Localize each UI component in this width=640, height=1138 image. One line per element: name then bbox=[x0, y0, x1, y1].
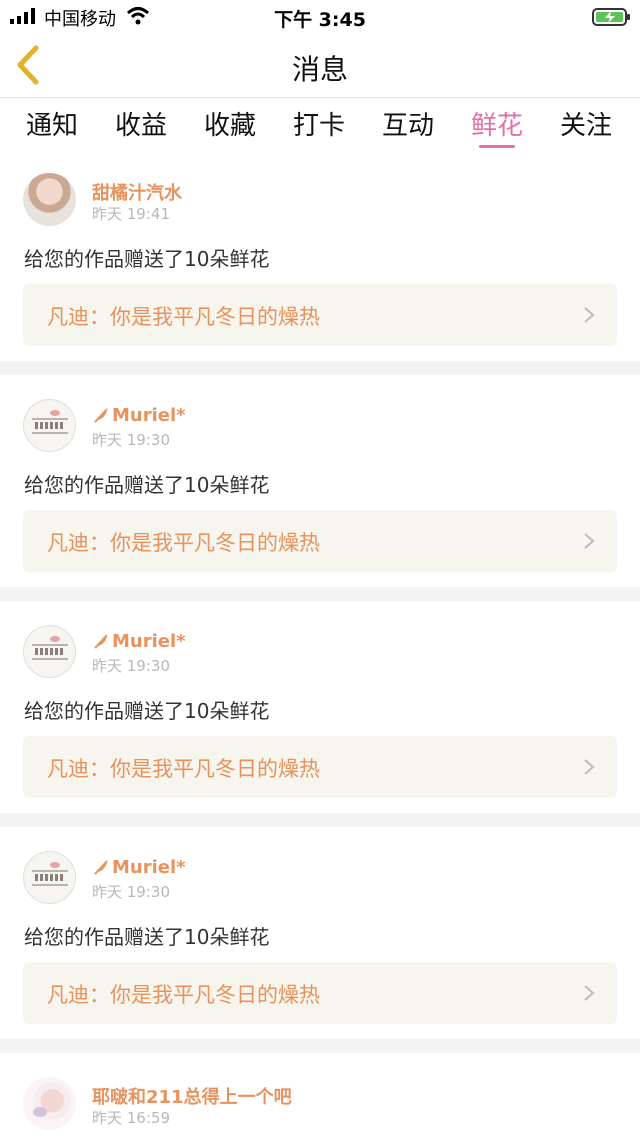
divider bbox=[0, 1039, 640, 1053]
work-title: 凡迪：你是我平凡冬日的燥热 bbox=[47, 305, 320, 329]
username[interactable]: 甜橘汁汽水 bbox=[92, 179, 182, 205]
work-quote-card[interactable]: 凡迪：你是我平凡冬日的燥热 bbox=[23, 962, 617, 1024]
work-quote-card[interactable]: 凡迪：你是我平凡冬日的燥热 bbox=[23, 284, 617, 346]
tab-checkin[interactable]: 打卡 bbox=[279, 105, 359, 147]
navigation-bar: 消息 bbox=[0, 32, 640, 98]
user-avatar[interactable] bbox=[23, 625, 76, 678]
username-text: Muriel* bbox=[112, 631, 186, 652]
tab-label: 打卡 bbox=[292, 111, 345, 141]
tab-label: 通知 bbox=[25, 111, 78, 141]
divider bbox=[0, 813, 640, 827]
feather-icon bbox=[94, 408, 108, 423]
work-title: 凡迪：你是我平凡冬日的燥热 bbox=[47, 531, 320, 555]
tab-notifications[interactable]: 通知 bbox=[12, 105, 92, 147]
divider bbox=[0, 587, 640, 601]
chevron-right-icon bbox=[584, 759, 595, 775]
chevron-right-icon bbox=[584, 985, 595, 1001]
user-avatar[interactable] bbox=[23, 1077, 76, 1130]
tab-label: 关注 bbox=[559, 111, 612, 141]
tab-earnings[interactable]: 收益 bbox=[101, 105, 181, 147]
timestamp: 昨天 19:30 bbox=[92, 431, 170, 449]
gift-message: 给您的作品赠送了10朵鲜花 bbox=[24, 247, 270, 271]
work-quote-card[interactable]: 凡迪：你是我平凡冬日的燥热 bbox=[23, 510, 617, 572]
battery-charging-icon bbox=[592, 8, 630, 26]
status-time: 下午 3:45 bbox=[274, 9, 366, 31]
work-quote-card[interactable]: 凡迪：你是我平凡冬日的燥热 bbox=[23, 736, 617, 798]
tab-label: 收益 bbox=[114, 111, 167, 141]
list-item: Muriel* 昨天 19:30 给您的作品赠送了10朵鲜花 凡迪：你是我平凡冬… bbox=[0, 601, 640, 813]
tab-label: 互动 bbox=[381, 111, 434, 141]
user-avatar[interactable] bbox=[23, 851, 76, 904]
username-text: Muriel* bbox=[112, 857, 186, 878]
user-avatar[interactable] bbox=[23, 173, 76, 226]
timestamp: 昨天 19:30 bbox=[92, 883, 170, 901]
active-tab-indicator bbox=[479, 145, 515, 148]
page-title: 消息 bbox=[291, 53, 348, 86]
timestamp: 昨天 19:41 bbox=[92, 205, 170, 223]
gift-message: 给您的作品赠送了10朵鲜花 bbox=[24, 925, 270, 949]
work-title: 凡迪：你是我平凡冬日的燥热 bbox=[47, 983, 320, 1007]
username-text: Muriel* bbox=[112, 405, 186, 426]
work-title: 凡迪：你是我平凡冬日的燥热 bbox=[47, 757, 320, 781]
tab-flowers[interactable]: 鲜花 bbox=[457, 105, 537, 148]
list-item: 甜橘汁汽水 昨天 19:41 给您的作品赠送了10朵鲜花 凡迪：你是我平凡冬日的… bbox=[0, 153, 640, 361]
timestamp: 昨天 19:30 bbox=[92, 657, 170, 675]
message-tabs: 通知 收益 收藏 打卡 互动 鲜花 关注 bbox=[0, 99, 640, 153]
divider bbox=[0, 361, 640, 375]
username[interactable]: Muriel* bbox=[92, 631, 186, 652]
tab-interactions[interactable]: 互动 bbox=[368, 105, 448, 147]
timestamp: 昨天 16:59 bbox=[92, 1109, 170, 1127]
username[interactable]: Muriel* bbox=[92, 857, 186, 878]
feather-icon bbox=[94, 634, 108, 649]
username[interactable]: Muriel* bbox=[92, 405, 186, 426]
user-avatar[interactable] bbox=[23, 399, 76, 452]
gift-message: 给您的作品赠送了10朵鲜花 bbox=[24, 473, 270, 497]
list-item: 耶啵和211总得上一个吧 昨天 16:59 bbox=[0, 1053, 640, 1138]
tab-label: 收藏 bbox=[203, 111, 256, 141]
chevron-right-icon bbox=[584, 533, 595, 549]
list-item: Muriel* 昨天 19:30 给您的作品赠送了10朵鲜花 凡迪：你是我平凡冬… bbox=[0, 827, 640, 1039]
tab-favorites[interactable]: 收藏 bbox=[190, 105, 270, 147]
tab-follows[interactable]: 关注 bbox=[546, 105, 626, 147]
username[interactable]: 耶啵和211总得上一个吧 bbox=[92, 1083, 292, 1109]
list-item: Muriel* 昨天 19:30 给您的作品赠送了10朵鲜花 凡迪：你是我平凡冬… bbox=[0, 375, 640, 587]
feather-icon bbox=[94, 860, 108, 875]
tab-label: 鲜花 bbox=[470, 111, 523, 141]
chevron-right-icon bbox=[584, 307, 595, 323]
gift-message: 给您的作品赠送了10朵鲜花 bbox=[24, 699, 270, 723]
status-bar: 中国移动 下午 3:45 bbox=[0, 0, 640, 32]
